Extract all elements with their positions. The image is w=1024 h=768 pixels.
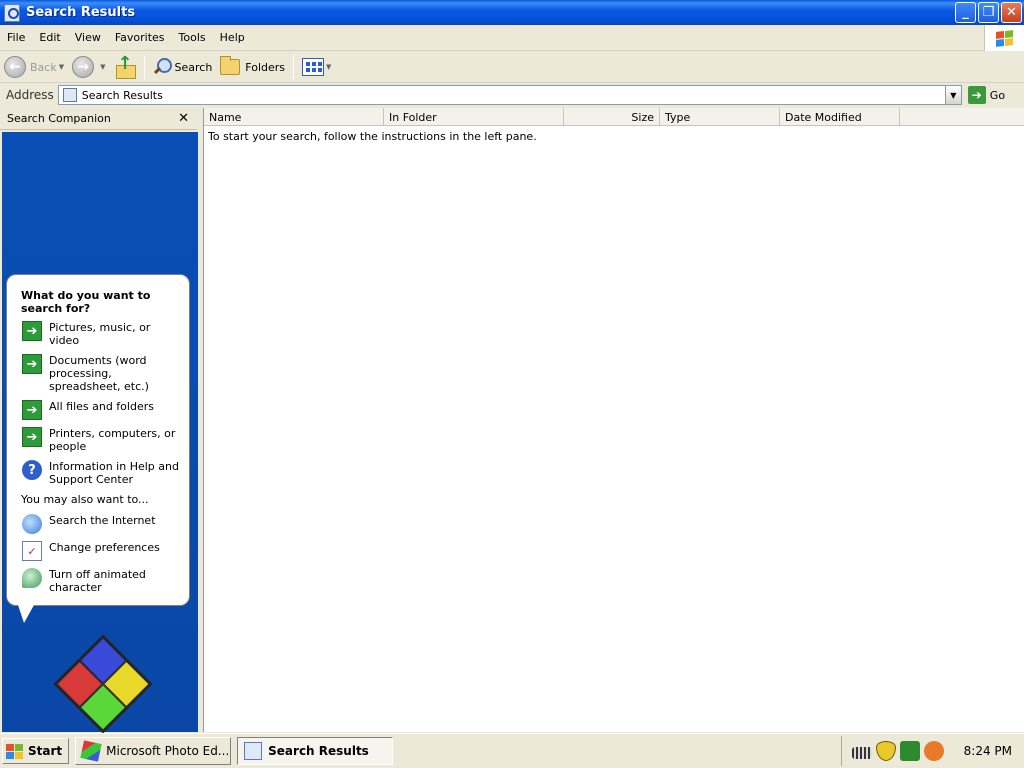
address-label: Address [6, 88, 54, 102]
forward-dropdown-icon[interactable]: ▼ [100, 63, 105, 71]
search-results-icon [244, 742, 263, 760]
go-button[interactable]: ➔ Go [967, 86, 1006, 104]
start-label: Start [28, 744, 63, 758]
search-label: Search [174, 60, 213, 74]
search-options-bubble: What do you want to search for? ➔ Pictur… [6, 274, 190, 606]
option-change-preferences[interactable]: ✓ Change preferences [21, 541, 179, 561]
column-type[interactable]: Type [660, 108, 780, 126]
search-question: What do you want to search for? [21, 289, 151, 315]
photo-editor-icon [80, 740, 102, 762]
task-label: Microsoft Photo Ed... [106, 744, 230, 758]
back-button[interactable]: ← Back ▼ [0, 53, 68, 81]
window-title: Search Results [26, 5, 136, 20]
close-pane-icon[interactable]: ✕ [178, 111, 189, 126]
go-label: Go [989, 88, 1006, 102]
option-help-center[interactable]: ? Information in Help and Support Center [21, 460, 179, 486]
taskbar-photo-editor[interactable]: Microsoft Photo Ed... [75, 737, 232, 765]
views-button[interactable]: ▼ [298, 53, 335, 81]
start-flag-icon [6, 743, 23, 759]
folder-icon [220, 56, 241, 75]
search-companion-header: Search Companion ✕ [0, 108, 197, 130]
title-bar[interactable]: Search Results _ ❐ ✕ [0, 0, 1024, 25]
address-value: Search Results [81, 88, 163, 102]
clock: 8:24 PM [963, 744, 1012, 758]
folders-label: Folders [245, 60, 286, 74]
menu-view[interactable]: View [68, 31, 108, 44]
search-companion-title: Search Companion [7, 112, 111, 125]
back-arrow-icon: ← [4, 56, 26, 78]
start-button[interactable]: Start [2, 738, 70, 764]
forward-button[interactable]: → ▼ [68, 53, 109, 81]
also-want-label: You may also want to... [21, 493, 149, 506]
task-label: Search Results [268, 744, 369, 758]
results-header: Name In Folder Size Type Date Modified [204, 108, 1024, 126]
internet-search-icon [22, 514, 42, 534]
security-shield-icon[interactable] [875, 741, 896, 761]
views-dropdown-icon[interactable]: ▼ [326, 63, 331, 71]
back-label: Back [30, 60, 57, 74]
key-icon[interactable] [923, 741, 944, 761]
back-dropdown-icon[interactable]: ▼ [59, 63, 64, 71]
up-button[interactable] [110, 53, 140, 81]
menu-file[interactable]: File [0, 31, 32, 44]
green-arrow-icon: ➔ [22, 400, 42, 420]
taskbar: Start Microsoft Photo Ed... Search Resul… [0, 733, 1024, 768]
bubble-tail [18, 605, 34, 623]
windows-logo [984, 25, 1024, 51]
go-arrow-icon: ➔ [967, 86, 986, 104]
column-name[interactable]: Name [204, 108, 384, 126]
column-date-modified[interactable]: Date Modified [780, 108, 900, 126]
green-arrow-icon: ➔ [22, 321, 42, 341]
menu-bar: File Edit View Favorites Tools Help [0, 25, 1024, 51]
toolbar: ← Back ▼ → ▼ Search Folders ▼ [0, 52, 1024, 83]
menu-help[interactable]: Help [213, 31, 252, 44]
views-icon [302, 58, 325, 76]
forward-arrow-icon: → [72, 56, 95, 78]
option-pictures[interactable]: ➔ Pictures, music, or video [21, 321, 179, 347]
results-pane: Name In Folder Size Type Date Modified T… [203, 108, 1024, 732]
option-documents[interactable]: ➔ Documents (word processing, spreadshee… [21, 354, 179, 393]
magnifier-icon [153, 58, 172, 76]
search-companion-pane: Search Companion ✕ What do you want to s… [0, 108, 200, 734]
column-in-folder[interactable]: In Folder [384, 108, 564, 126]
address-dropdown-icon[interactable]: ▼ [944, 86, 961, 104]
restore-button[interactable]: ❐ [978, 2, 999, 23]
green-arrow-icon: ➔ [22, 427, 42, 447]
folder-up-icon [114, 53, 136, 79]
option-printers[interactable]: ➔ Printers, computers, or people [21, 427, 179, 453]
window-controls: _ ❐ ✕ [955, 2, 1022, 23]
results-instruction: To start your search, follow the instruc… [208, 130, 537, 143]
close-button[interactable]: ✕ [1001, 2, 1022, 23]
menu-edit[interactable]: Edit [32, 31, 67, 44]
animated-character-icon [22, 568, 42, 588]
option-turn-off-character[interactable]: Turn off animated character [21, 568, 179, 594]
address-field[interactable]: Search Results ▼ [57, 85, 962, 105]
system-tray: 8:24 PM [840, 736, 1024, 766]
green-arrow-icon: ➔ [22, 354, 42, 374]
network-icon[interactable] [899, 741, 920, 761]
toolbar-separator [293, 55, 295, 79]
search-results-icon [62, 88, 77, 102]
search-button[interactable]: Search [149, 53, 217, 81]
column-size[interactable]: Size [564, 108, 660, 126]
menu-tools[interactable]: Tools [172, 31, 213, 44]
toolbar-separator [143, 55, 145, 79]
address-bar: Address Search Results ▼ ➔ Go [0, 84, 1024, 106]
option-search-internet[interactable]: Search the Internet [21, 514, 179, 534]
taskbar-search-results[interactable]: Search Results [237, 737, 394, 765]
help-icon: ? [22, 460, 42, 480]
option-all-files[interactable]: ➔ All files and folders [21, 400, 179, 420]
preferences-icon: ✓ [22, 541, 42, 561]
keyboard-icon[interactable] [851, 747, 872, 759]
menu-favorites[interactable]: Favorites [108, 31, 172, 44]
folders-button[interactable]: Folders [216, 53, 289, 81]
minimize-button[interactable]: _ [955, 2, 976, 23]
search-window-icon [4, 3, 20, 22]
windows-flag-icon [996, 29, 1013, 47]
